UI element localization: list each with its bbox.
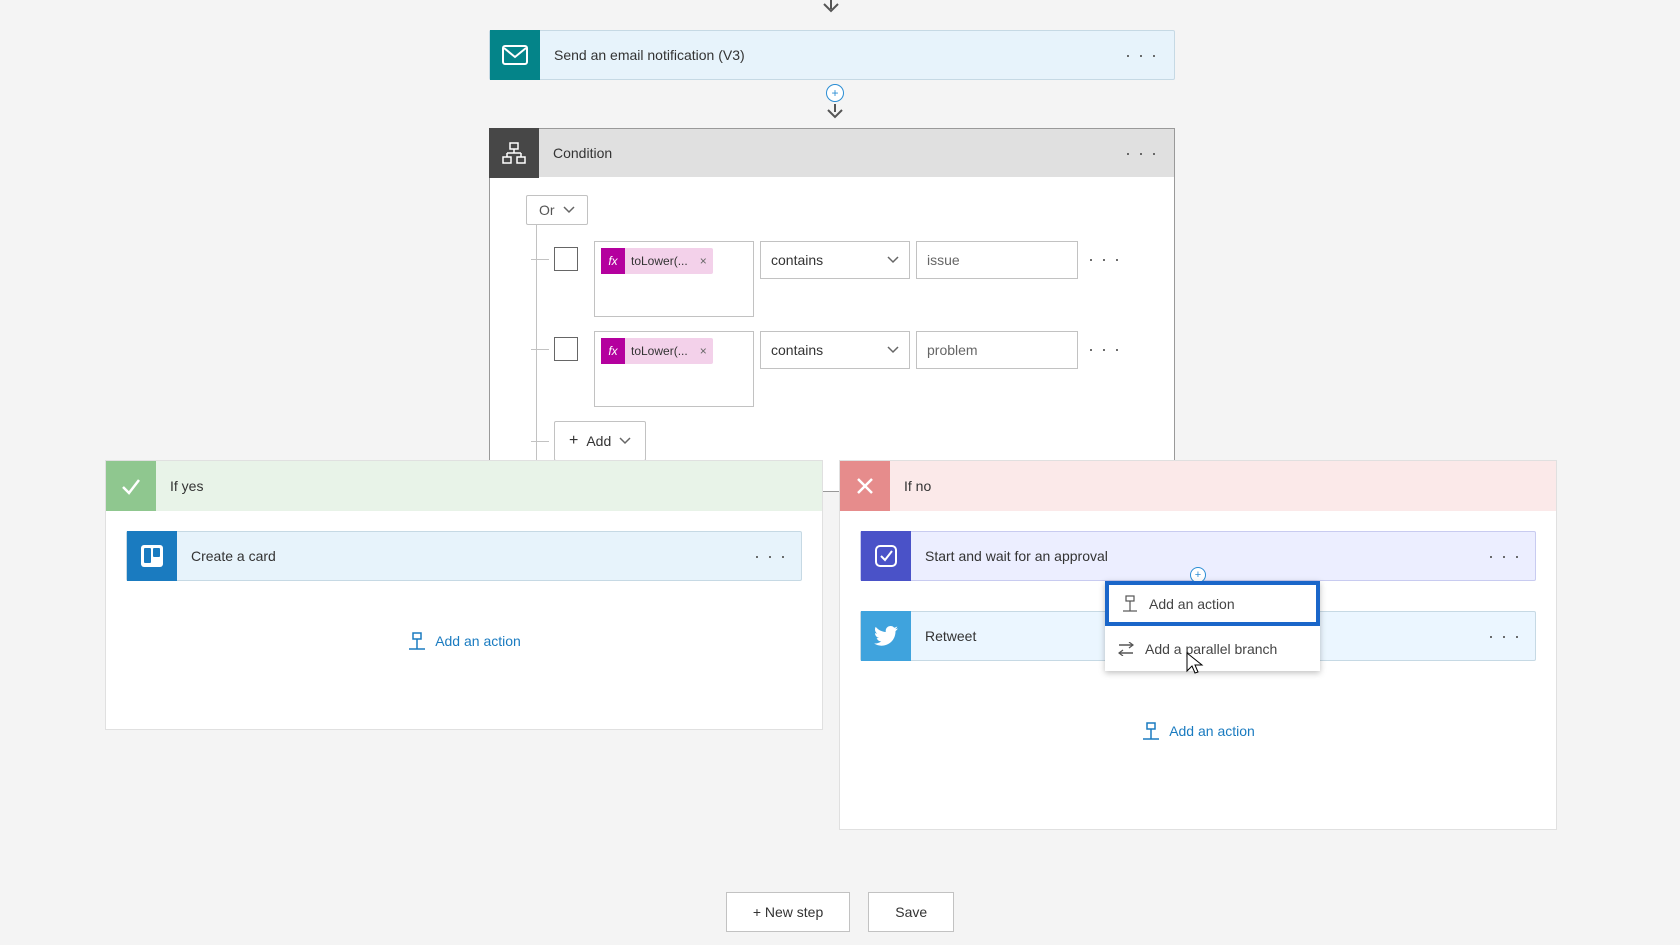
step-menu-icon[interactable]: · · · [1109,143,1174,164]
operator-value: contains [771,342,823,358]
condition-row-1: fx toLower(... × contains issue · · · [526,241,1138,317]
add-label: Add [586,433,611,449]
logic-label: Or [539,202,555,218]
mail-icon [490,30,540,80]
step-title: Send an email notification (V3) [540,47,1109,63]
check-icon [106,461,156,511]
add-action-icon [1121,595,1139,613]
add-step-button[interactable]: + [826,84,844,102]
footer-actions: + New step Save [0,892,1680,932]
chevron-down-icon [619,437,631,445]
tree-branch [531,259,549,260]
add-action-icon [407,631,427,651]
condition-body: Or fx toLower(... × [490,177,1174,491]
flow-insert-connector-1: + [825,80,845,126]
popup-item-label: Add an action [1149,596,1235,612]
trello-icon [127,531,177,581]
row-menu-icon[interactable]: · · · [1088,331,1121,360]
expression-token[interactable]: fx toLower(... × [601,338,713,364]
branch-title: If no [890,478,1544,494]
popup-add-action[interactable]: Add an action [1105,581,1320,626]
add-action-button[interactable]: Add an action [860,721,1536,741]
branch-if-no: If no Start and wait for an approval · ·… [839,460,1557,830]
new-step-button[interactable]: + New step [726,892,850,932]
fx-icon: fx [601,248,625,274]
chevron-down-icon [563,206,575,214]
step-title: Create a card [177,548,740,564]
plus-icon: + [569,432,578,450]
branch-yes-header[interactable]: If yes [106,461,822,511]
step-menu-icon[interactable]: · · · [1474,546,1535,567]
expression-input[interactable]: fx toLower(... × [594,331,754,407]
condition-icon [489,128,539,178]
value-text: issue [927,252,960,268]
remove-token-icon[interactable]: × [694,254,713,268]
chevron-down-icon [825,104,845,120]
step-menu-icon[interactable]: · · · [1474,626,1535,647]
token-label: toLower(... [625,254,694,268]
remove-token-icon[interactable]: × [694,344,713,358]
value-input[interactable]: issue [916,241,1078,279]
fx-icon: fx [601,338,625,364]
step-menu-icon[interactable]: · · · [1109,45,1174,66]
expression-token[interactable]: fx toLower(... × [601,248,713,274]
popup-add-parallel[interactable]: Add a parallel branch [1105,626,1320,671]
condition-title: Condition [539,145,1109,161]
row-checkbox[interactable] [554,337,578,361]
save-button[interactable]: Save [868,892,954,932]
step-menu-icon[interactable]: · · · [740,546,801,567]
tree-branch [531,349,549,350]
chevron-down-icon [887,256,899,264]
step-email-notification[interactable]: Send an email notification (V3) · · · [489,30,1175,80]
mouse-cursor-icon [1185,651,1205,680]
insert-step-popup: Add an action Add a parallel branch [1105,581,1320,671]
popup-item-label: Add a parallel branch [1145,641,1277,657]
logic-operator-dropdown[interactable]: Or [526,195,588,225]
step-condition[interactable]: Condition · · · Or fx [489,128,1175,492]
value-text: problem [927,342,978,358]
condition-header[interactable]: Condition · · · [490,129,1174,177]
row-menu-icon[interactable]: · · · [1088,241,1121,270]
branch-if-yes: If yes Create a card · · · Add an action [105,460,823,730]
chevron-down-icon [887,346,899,354]
step-create-card[interactable]: Create a card · · · [126,531,802,581]
add-action-label: Add an action [435,633,521,649]
expression-input[interactable]: fx toLower(... × [594,241,754,317]
operator-value: contains [771,252,823,268]
branch-title: If yes [156,478,810,494]
approval-icon [861,531,911,581]
row-checkbox[interactable] [554,247,578,271]
value-input[interactable]: problem [916,331,1078,369]
branch-no-header[interactable]: If no [840,461,1556,511]
close-icon [840,461,890,511]
step-title: Start and wait for an approval [911,548,1474,564]
tree-branch [531,441,549,442]
operator-dropdown[interactable]: contains [760,331,910,369]
add-action-button[interactable]: Add an action [126,631,802,651]
condition-row-2: fx toLower(... × contains problem · · · [526,331,1138,407]
operator-dropdown[interactable]: contains [760,241,910,279]
flow-arrow-top [830,0,832,17]
parallel-branch-icon [1117,642,1135,656]
add-condition-button[interactable]: + Add [554,421,646,461]
add-action-icon [1141,721,1161,741]
token-label: toLower(... [625,344,694,358]
add-action-label: Add an action [1169,723,1255,739]
twitter-icon [861,611,911,661]
